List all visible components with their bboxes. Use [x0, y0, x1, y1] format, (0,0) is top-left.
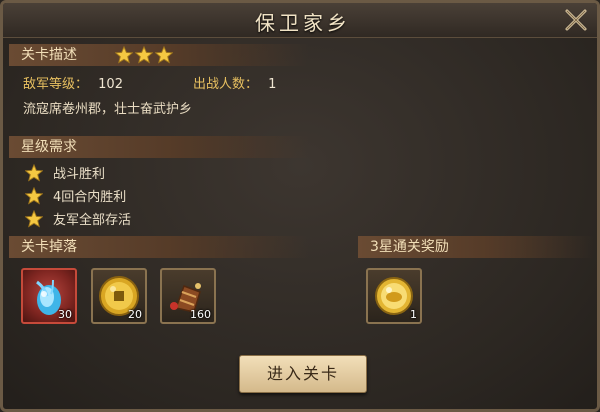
star-icon: [25, 186, 43, 205]
requirement-item: 4回合内胜利: [25, 186, 126, 205]
requirement-label: 友军全部存活: [53, 213, 132, 228]
close-icon: [565, 9, 587, 31]
close-button[interactable]: [563, 7, 589, 33]
requirements-header: 星级需求: [9, 136, 309, 158]
drop-item-coin[interactable]: 20: [91, 268, 147, 324]
requirements-header-label: 星级需求: [21, 139, 77, 155]
drops-header: 关卡掉落: [9, 236, 309, 258]
title-bar: 保卫家乡: [3, 3, 597, 38]
drop-item-treasure[interactable]: 160: [160, 268, 216, 324]
troop-count: 出战人数： 1: [193, 73, 276, 92]
reward-header-label: 3星通关奖励: [370, 239, 449, 255]
star-icon: [155, 46, 173, 64]
enemy-level-value: 102: [98, 77, 123, 92]
enemy-level-label: 敌军等级：: [23, 77, 89, 92]
description-header-label: 关卡描述: [21, 47, 77, 63]
enemy-level: 敌军等级： 102: [23, 73, 123, 92]
troop-count-value: 1: [268, 77, 277, 92]
drops-header-label: 关卡掉落: [21, 239, 77, 255]
reward-item-count: 1: [410, 308, 417, 321]
dialog-title: 保卫家乡: [255, 11, 351, 35]
requirement-item: 战斗胜利: [25, 163, 105, 182]
drop-item-crystal[interactable]: 30: [21, 268, 77, 324]
enter-level-button[interactable]: 进入关卡: [239, 355, 367, 393]
level-dialog: 保卫家乡 关卡描述 敌军等级： 102 出战人数： 1 流寇席卷州郡，壮士奋武护…: [0, 0, 600, 412]
requirement-label: 4回合内胜利: [53, 190, 127, 205]
requirement-label: 战斗胜利: [53, 167, 106, 182]
star-icon: [115, 46, 133, 64]
star-icon: [135, 46, 153, 64]
drop-item-count: 20: [128, 308, 142, 321]
drop-item-count: 160: [190, 308, 211, 321]
level-stars: [115, 46, 173, 64]
drop-item-count: 30: [58, 308, 72, 321]
reward-item-ingot[interactable]: 1: [366, 268, 422, 324]
troop-count-label: 出战人数：: [193, 77, 259, 92]
requirement-item: 友军全部存活: [25, 209, 131, 228]
star-icon: [25, 209, 43, 228]
star-icon: [25, 163, 43, 182]
reward-header: 3星通关奖励: [358, 236, 594, 258]
level-story: 流寇席卷州郡，壮士奋武护乡: [23, 102, 193, 117]
